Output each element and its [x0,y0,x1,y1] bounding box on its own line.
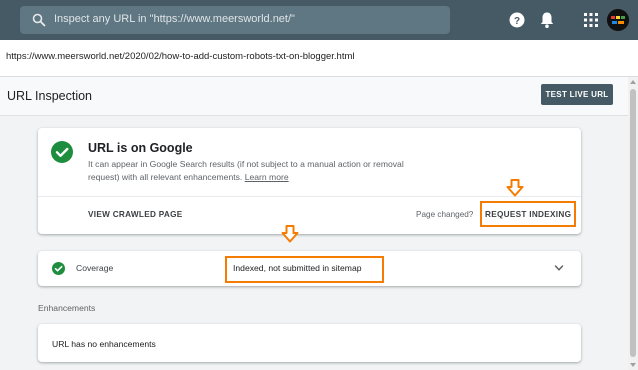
top-app-bar: Inspect any URL in "https://www.meerswor… [0,0,638,40]
request-indexing-button[interactable]: REQUEST INDEXING [485,210,571,219]
apps-icon[interactable] [584,13,598,27]
inspected-url: https://www.meersworld.net/2020/02/how-t… [6,51,355,62]
search-bar[interactable]: Inspect any URL in "https://www.meerswor… [20,6,450,34]
help-icon[interactable]: ? [509,12,525,28]
chevron-down-icon[interactable] [554,264,564,272]
arrow-down-icon [506,179,524,197]
scroll-thumb[interactable] [630,89,636,357]
coverage-label: Coverage [76,263,114,273]
bell-icon[interactable] [539,11,555,29]
page-changed-label: Page changed? [416,210,474,219]
learn-more-link[interactable]: Learn more [245,172,289,182]
status-description: It can appear in Google Search results (… [88,158,428,184]
enhancements-card: URL has no enhancements [38,324,581,362]
inspected-url-bar: https://www.meersworld.net/2020/02/how-t… [0,40,638,77]
status-title: URL is on Google [88,141,193,155]
search-input[interactable]: Inspect any URL in "https://www.meerswor… [54,13,295,25]
view-crawled-page-button[interactable]: VIEW CRAWLED PAGE [88,210,183,219]
avatar[interactable] [607,9,629,31]
page-title: URL Inspection [7,89,92,103]
enhancements-text: URL has no enhancements [52,339,156,349]
scroll-up-icon[interactable] [629,79,637,85]
coverage-value: Indexed, not submitted in sitemap [233,263,362,273]
coverage-row[interactable]: Coverage Indexed, not submitted in sitem… [38,251,581,286]
inspection-header: URL Inspection TEST LIVE URL [0,77,628,116]
arrow-down-icon [281,225,299,243]
index-status-card: URL is on Google It can appear in Google… [38,128,581,234]
scroll-down-icon[interactable] [629,362,637,368]
enhancements-heading: Enhancements [38,303,96,313]
search-icon [32,13,46,27]
check-circle-icon [51,141,73,163]
card-divider [38,196,581,197]
check-circle-icon [52,262,65,275]
avatar-image [607,9,629,31]
test-live-url-button[interactable]: TEST LIVE URL [541,84,613,105]
scrollbar[interactable] [628,77,638,370]
svg-text:?: ? [514,16,520,27]
